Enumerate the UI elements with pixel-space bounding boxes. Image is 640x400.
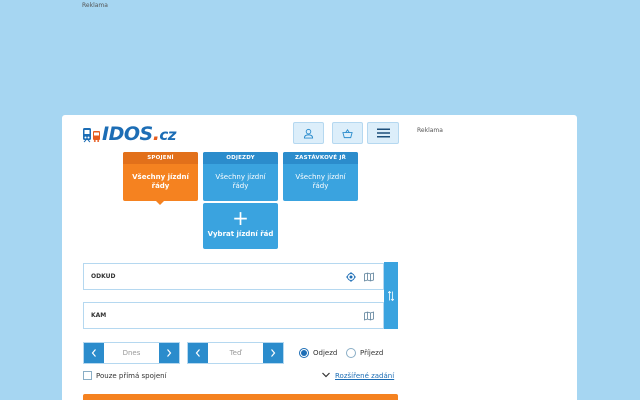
logo-text: IDOS.cz <box>102 123 177 145</box>
checkbox-label: Pouze přímá spojení <box>96 371 167 380</box>
radio-prijezd-label: Příjezd <box>360 349 384 357</box>
swap-button[interactable] <box>384 262 398 329</box>
radio-odjezd[interactable]: Odjezd <box>299 348 337 358</box>
tile-zastavkove-head: ZASTÁVKOVÉ JŘ <box>283 152 358 164</box>
advanced-search-toggle[interactable]: Rozšířené zadání <box>322 371 394 380</box>
tile-odjezdy-body: Všechny jízdní řády <box>215 173 266 190</box>
radio-prijezd-dot[interactable] <box>346 348 356 358</box>
chevron-down-icon <box>322 371 330 380</box>
date-stepper[interactable]: Dnes <box>83 342 180 364</box>
odkud-field[interactable]: ODKUD <box>83 263 384 290</box>
map-icon <box>364 271 374 282</box>
user-button[interactable] <box>293 122 324 144</box>
time-stepper[interactable]: Teď <box>187 342 284 364</box>
tile-spojeni-head: SPOJENÍ <box>123 152 198 164</box>
kam-label: KAM <box>91 312 107 319</box>
tile-zastavkove-body: Všechny jízdní řády <box>295 173 346 190</box>
time-next-button[interactable] <box>263 343 283 363</box>
ad-label-top: Reklama <box>82 2 108 9</box>
swap-arrows-icon <box>388 290 394 301</box>
user-icon <box>303 128 314 139</box>
chevron-right-icon <box>167 349 172 357</box>
radio-prijezd[interactable]: Příjezd <box>346 348 383 358</box>
basket-button[interactable] <box>332 122 363 144</box>
map-button[interactable] <box>364 310 375 321</box>
date-next-button[interactable] <box>159 343 179 363</box>
time-value[interactable]: Teď <box>208 343 263 363</box>
search-panel: IDOS.cz SPOJENÍ Všechny jízdní řády ODJE… <box>62 115 577 400</box>
basket-icon <box>342 128 353 138</box>
advanced-search-link[interactable]: Rozšířené zadání <box>335 372 394 380</box>
tile-odjezdy[interactable]: ODJEZDY Všechny jízdní řády <box>203 152 278 201</box>
time-prev-button[interactable] <box>188 343 208 363</box>
map-button[interactable] <box>364 271 375 282</box>
chevron-left-icon <box>91 349 96 357</box>
tile-spojeni-body: Všechny jízdní řády <box>132 173 189 190</box>
train-bus-icon <box>83 128 100 143</box>
radio-odjezd-label: Odjezd <box>313 349 338 357</box>
tile-zastavkove[interactable]: ZASTÁVKOVÉ JŘ Všechny jízdní řády <box>283 152 358 201</box>
radio-odjezd-dot[interactable] <box>299 348 309 358</box>
checkbox-box[interactable] <box>83 371 92 380</box>
date-prev-button[interactable] <box>84 343 104 363</box>
logo-suffix: cz <box>159 126 177 144</box>
date-value[interactable]: Dnes <box>104 343 159 363</box>
chevron-left-icon <box>195 349 200 357</box>
tile-odjezdy-head: ODJEZDY <box>203 152 278 164</box>
kam-field[interactable]: KAM <box>83 302 384 329</box>
ad-label-side: Reklama <box>417 127 443 134</box>
tile-vybrat-label: Vybrat jízdní řád <box>207 230 274 238</box>
plus-icon: + <box>232 206 249 230</box>
locate-button[interactable] <box>345 271 356 282</box>
tile-vybrat-jizdni-rad[interactable]: + Vybrat jízdní řád <box>203 203 278 249</box>
search-button[interactable] <box>83 394 398 400</box>
locate-icon <box>345 271 356 282</box>
tile-spojeni[interactable]: SPOJENÍ Všechny jízdní řády <box>123 152 198 205</box>
hamburger-icon <box>376 128 390 138</box>
chevron-right-icon <box>271 349 276 357</box>
logo-word: IDOS <box>102 123 153 145</box>
menu-button[interactable] <box>367 122 399 144</box>
odkud-label: ODKUD <box>91 273 116 280</box>
map-icon <box>364 310 374 321</box>
direct-only-checkbox[interactable]: Pouze přímá spojení <box>83 371 167 380</box>
logo[interactable]: IDOS.cz <box>82 123 177 145</box>
